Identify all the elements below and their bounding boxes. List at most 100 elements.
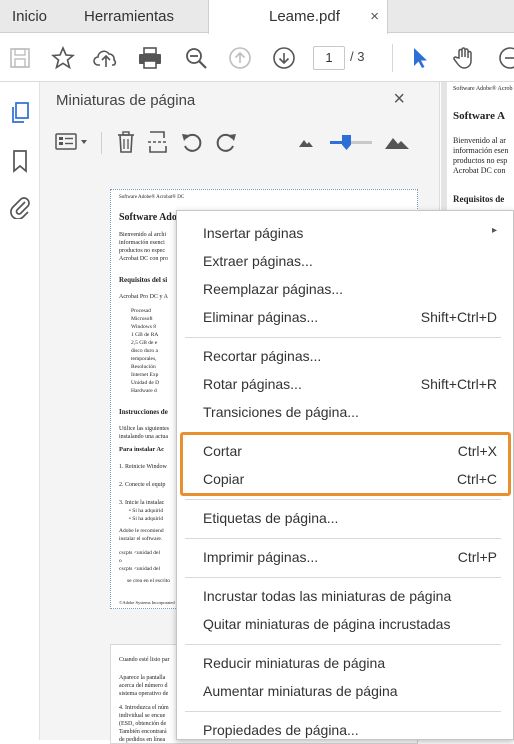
panel-toolbar-divider [101, 132, 102, 154]
menu-item-label: Reducir miniaturas de página [203, 655, 386, 671]
tab-home[interactable]: Inicio [0, 0, 70, 33]
thumb-bullet: 1 GB de RA [131, 332, 159, 338]
rotate-left-icon[interactable] [178, 128, 206, 156]
page-up-icon[interactable] [224, 42, 256, 74]
star-icon[interactable] [47, 42, 79, 74]
thumb-text: • Si ha adquirid [129, 508, 164, 514]
doc-text: Bienvenido al ar [453, 136, 506, 145]
navigation-rail [0, 82, 40, 740]
thumb-bullet: Resolución [131, 364, 156, 370]
insert-page-icon[interactable] [144, 128, 172, 156]
thumb-text: 1. Reinicie Window [119, 464, 167, 470]
menu-item-insert-pages[interactable]: Insertar páginas ▸ [177, 219, 514, 247]
page-total: / 3 [350, 49, 365, 64]
menu-item-shortcut: Shift+Ctrl+D [420, 309, 497, 325]
close-panel-icon[interactable]: × [393, 88, 405, 111]
menu-item-delete-pages[interactable]: Eliminar páginas... Shift+Ctrl+D [177, 303, 514, 331]
thumb-text: instalar el software. [119, 536, 163, 542]
rotate-right-icon[interactable] [212, 128, 240, 156]
menu-item-rotate-pages[interactable]: Rotar páginas... Shift+Ctrl+R [177, 370, 514, 398]
close-tab-icon[interactable]: × [370, 0, 379, 33]
thumb-text: Aparece la pantalla [119, 675, 166, 681]
zoom-out-icon[interactable] [180, 42, 212, 74]
menu-item-shortcut: Ctrl+C [456, 471, 497, 487]
menu-item-page-transitions[interactable]: Transiciones de página... [177, 398, 514, 426]
menu-item-label: Insertar páginas [203, 225, 304, 241]
thumbnail-size-slider[interactable] [330, 135, 372, 150]
menu-item-label: Aumentar miniaturas de página [203, 683, 398, 699]
menu-item-copy[interactable]: Copiar Ctrl+C [177, 465, 514, 493]
menu-item-label: Incrustar todas las miniaturas de página [203, 588, 452, 604]
attachment-icon[interactable] [5, 192, 35, 222]
panel-title: Miniaturas de página [56, 92, 196, 109]
menu-item-enlarge-thumbnails[interactable]: Aumentar miniaturas de página [177, 677, 514, 705]
page-number-input[interactable]: 1 [313, 46, 345, 70]
menu-separator [185, 644, 501, 645]
menu-item-label: Transiciones de página... [203, 404, 359, 420]
menu-item-label: Extraer páginas... [203, 253, 313, 269]
menu-item-label: Rotar páginas... [203, 376, 302, 392]
menu-item-label: Copiar [203, 471, 245, 487]
menu-item-embed-thumbnails[interactable]: Incrustar todas las miniaturas de página [177, 582, 514, 610]
print-icon[interactable] [134, 42, 166, 74]
tab-document-label: Leame.pdf [269, 8, 340, 25]
doc-header: Software Adobe® Acrob [453, 86, 513, 92]
thumb-text: Bienvenido al archi [119, 232, 166, 238]
upload-icon[interactable] [90, 42, 122, 74]
menu-item-cut[interactable]: Cortar Ctrl+X [177, 437, 514, 465]
thumb-text: Utilice las siguientes [119, 426, 169, 432]
menu-item-reduce-thumbnails[interactable]: Reducir miniaturas de página [177, 649, 514, 677]
menu-item-label: Quitar miniaturas de página incrustadas [203, 616, 451, 632]
thumb-text: (ESD, obtención de [119, 721, 167, 727]
options-menu-icon[interactable] [54, 128, 92, 156]
thumb-text: de pedidos en línea [119, 737, 166, 743]
submenu-arrow-icon: ▸ [491, 225, 497, 236]
thumb-text: Acrobat Pro DC y A [119, 294, 168, 300]
thumb-title: Software Adob [119, 212, 183, 223]
thumb-text: Adobe le recomiend [119, 528, 164, 534]
large-thumbnails-icon[interactable] [382, 128, 412, 156]
page-thumbnails-icon[interactable] [5, 98, 35, 128]
thumb-bullet: Procesad [131, 308, 151, 314]
thumb-text: productos no espec [119, 248, 165, 254]
zoom-minus-icon[interactable] [494, 42, 514, 74]
small-thumbnails-icon[interactable] [292, 128, 320, 156]
doc-title: Software A [453, 110, 506, 122]
trash-icon[interactable] [112, 128, 140, 156]
tab-tools[interactable]: Herramientas [72, 0, 207, 33]
save-icon[interactable] [4, 42, 36, 74]
page-down-icon[interactable] [268, 42, 300, 74]
tab-document[interactable]: Leame.pdf × [208, 0, 388, 34]
menu-item-replace-pages[interactable]: Reemplazar páginas... [177, 275, 514, 303]
menu-item-extract-pages[interactable]: Extraer páginas... [177, 247, 514, 275]
thumb-text: individual se encue [119, 713, 166, 719]
menu-item-remove-embedded-thumbnails[interactable]: Quitar miniaturas de página incrustadas [177, 610, 514, 638]
menu-item-print-pages[interactable]: Imprimir páginas... Ctrl+P [177, 543, 514, 571]
menu-item-shortcut: Ctrl+X [457, 443, 497, 459]
menu-separator [185, 499, 501, 500]
select-cursor-icon[interactable] [404, 42, 436, 74]
slider-handle[interactable] [342, 135, 351, 150]
bookmark-icon[interactable] [5, 146, 35, 176]
thumb-text: cscpts <unidad del [119, 550, 160, 556]
thumb-text: acerca del número d [119, 683, 168, 689]
menu-separator [185, 538, 501, 539]
thumb-heading: Requisitos del si [119, 276, 168, 284]
thumb-text: • Si ha adquirid [129, 516, 164, 522]
thumb-bullet: Microsoft [131, 316, 153, 322]
menu-separator [185, 711, 501, 712]
hand-icon[interactable] [448, 42, 480, 74]
thumb-text: 3. Inicie la instalac [119, 500, 165, 506]
thumb-heading: Instrucciones de [119, 408, 168, 416]
thumb-text: se crea en el escrito [127, 578, 171, 584]
doc-heading: Requisitos de [453, 194, 505, 204]
thumb-text: Cuando esté listo par [119, 657, 170, 663]
menu-item-crop-pages[interactable]: Recortar páginas... [177, 342, 514, 370]
thumb-bullet: Internet Exp [131, 372, 159, 378]
menu-item-page-labels[interactable]: Etiquetas de página... [177, 504, 514, 532]
menu-item-shortcut: Shift+Ctrl+R [420, 376, 497, 392]
menu-item-label: Reemplazar páginas... [203, 281, 344, 297]
thumb-text: cscpts <unidad del [119, 566, 160, 572]
toolbar-divider [392, 44, 393, 72]
thumb-text: 4. Introduzca el núm [119, 705, 169, 711]
